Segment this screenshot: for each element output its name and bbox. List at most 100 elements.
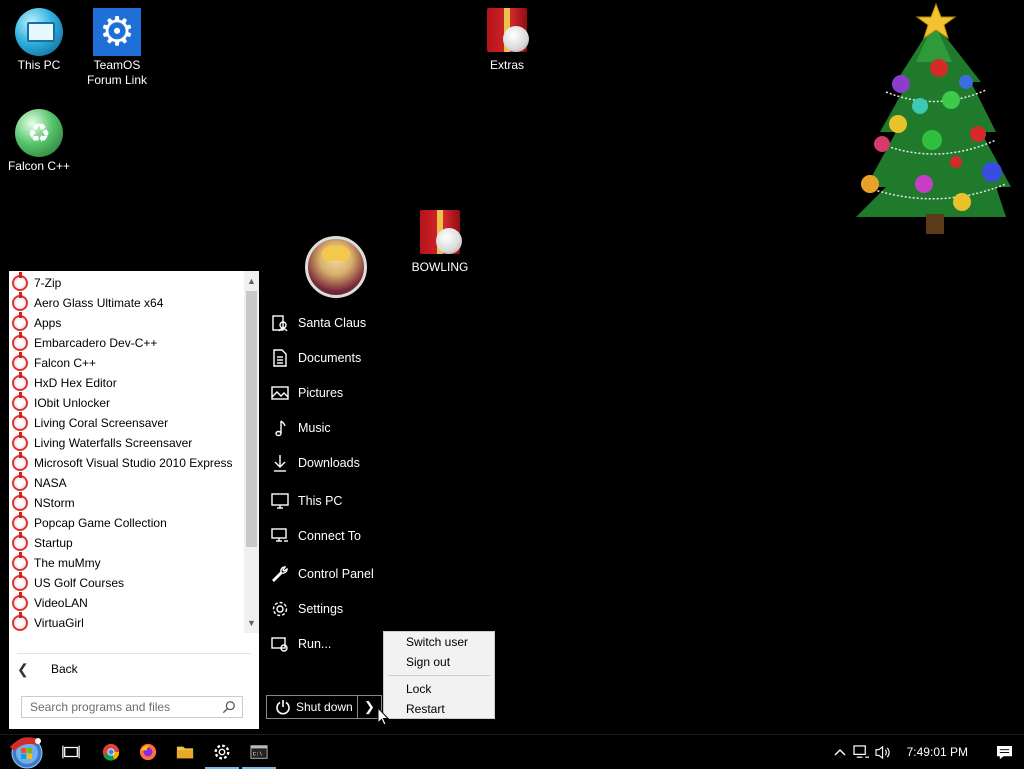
user-avatar[interactable] [305,236,367,298]
program-label: NASA [34,476,67,490]
program-label: Embarcadero Dev-C++ [34,336,158,350]
menu-item-restart[interactable]: Restart [384,699,494,719]
program-list-item[interactable]: Microsoft Visual Studio 2010 Express [9,452,244,473]
program-folder-icon [12,332,28,351]
recycle-icon: ♻ [15,109,63,157]
user-folder-icon [270,313,290,333]
program-list-item[interactable]: The muMmy [9,552,244,573]
task-view-button[interactable] [58,739,84,765]
taskbar-command-prompt[interactable]: C:\ [242,739,276,769]
desktop-icon-this-pc[interactable]: This PC [1,8,77,73]
start-item-music[interactable]: Music [262,413,407,443]
taskbar-chrome[interactable] [98,739,124,765]
search-icon[interactable] [222,700,236,714]
program-label: VideoLAN [34,596,88,610]
program-list-item[interactable]: 7-Zip [9,272,244,293]
mouse-cursor-icon [377,707,389,726]
show-hidden-icons-chevron-up-icon[interactable] [829,735,851,769]
program-list-item[interactable]: Startup [9,532,244,553]
scroll-thumb[interactable] [246,291,257,547]
program-list-item[interactable]: Living Waterfalls Screensaver [9,432,244,453]
back-label: Back [51,662,78,676]
start-item-control-panel[interactable]: Control Panel [262,559,407,589]
program-list-item[interactable]: VirtuaGirl [9,612,244,633]
taskbar-file-explorer[interactable] [172,739,198,765]
desktop-icon-label: This PC [17,58,61,72]
menu-item-sign-out[interactable]: Sign out [384,652,494,672]
start-item-label: This PC [298,494,343,508]
desktop-icon-extras[interactable]: Extras [469,8,545,73]
program-list-item[interactable]: Living Coral Screensaver [9,412,244,433]
desktop-icon-falcon-cpp[interactable]: ♻ Falcon C++ [1,109,77,174]
christmas-tree-gadget [856,2,1011,234]
start-item-pictures[interactable]: Pictures [262,378,407,408]
chevron-right-icon: ❯ [364,699,375,714]
program-folder-icon [12,612,28,631]
action-center-button[interactable] [984,735,1024,769]
desktop-icon-label: Extras [489,58,524,72]
program-list-item[interactable]: Aero Glass Ultimate x64 [9,292,244,313]
program-folder-icon [12,592,28,611]
search-input[interactable] [30,700,216,714]
taskbar-firefox[interactable] [135,739,161,765]
start-item-label: Downloads [298,456,360,470]
program-folder-icon [12,432,28,451]
gift-icon [487,8,529,52]
start-item-label: Documents [298,351,362,365]
program-label: Living Coral Screensaver [34,416,169,430]
program-folder-icon [12,452,28,471]
start-orb-icon[interactable] [8,735,46,769]
scroll-up-arrow-icon[interactable]: ▲ [244,273,259,289]
start-item-settings[interactable]: Settings [262,594,407,624]
firefox-icon [139,743,157,761]
desktop-icon-bowling[interactable]: BOWLING [402,210,478,275]
menu-item-switch-user[interactable]: Switch user [384,632,494,652]
program-list-item[interactable]: IObit Unlocker [9,392,244,413]
program-folder-icon [12,272,28,291]
program-list-item[interactable]: VideoLAN [9,592,244,613]
programs-scrollbar[interactable]: ▲ ▼ [244,271,259,633]
power-icon [276,700,290,715]
program-list-item[interactable]: NStorm [9,492,244,513]
chevron-left-icon: ❮ [17,660,29,677]
program-list-item[interactable]: Falcon C++ [9,352,244,373]
taskbar-settings[interactable] [205,739,239,769]
program-list-item[interactable]: Embarcadero Dev-C++ [9,332,244,353]
start-item-documents[interactable]: Documents [262,343,407,373]
program-list-item[interactable]: HxD Hex Editor [9,372,244,393]
network-icon [270,526,290,546]
taskbar-clock[interactable]: 7:49:01 PM [895,745,984,759]
gear-icon [270,599,290,619]
program-list-item[interactable]: Apps [9,312,244,333]
program-list-item[interactable]: Popcap Game Collection [9,512,244,533]
start-item-label: Music [298,421,331,435]
start-item-connect-to[interactable]: Connect To [262,521,407,551]
wrench-icon [270,564,290,584]
menu-item-lock[interactable]: Lock [384,679,494,699]
scroll-down-arrow-icon[interactable]: ▼ [244,615,259,631]
program-list-item[interactable]: US Golf Courses [9,572,244,593]
program-folder-icon [12,512,28,531]
program-list-item[interactable]: NASA [9,472,244,493]
search-box[interactable] [21,696,243,718]
network-icon[interactable] [851,735,873,769]
divider [17,653,251,654]
start-item-santa-claus[interactable]: Santa Claus [262,308,407,338]
this-pc-icon [15,8,63,56]
program-label: Falcon C++ [34,356,97,370]
volume-icon[interactable] [873,735,895,769]
shutdown-button[interactable]: Shut down [266,695,358,719]
program-label: VirtuaGirl [34,616,84,630]
start-item-downloads[interactable]: Downloads [262,448,407,478]
back-button[interactable]: ❮ Back [9,657,259,681]
music-note-icon [270,418,290,438]
start-item-label: Run... [298,637,332,651]
desktop-icon-teamos-forum-link[interactable]: ⚙ TeamOS Forum Link [79,8,155,88]
command-prompt-icon: C:\ [250,745,268,759]
taskbar: C:\ 7:49:01 PM [0,734,1024,769]
program-folder-icon [12,572,28,591]
settings-gear-icon: ⚙ [93,8,141,56]
program-folder-icon [12,472,28,491]
program-label: HxD Hex Editor [34,376,117,390]
start-item-this-pc[interactable]: This PC [262,486,407,516]
